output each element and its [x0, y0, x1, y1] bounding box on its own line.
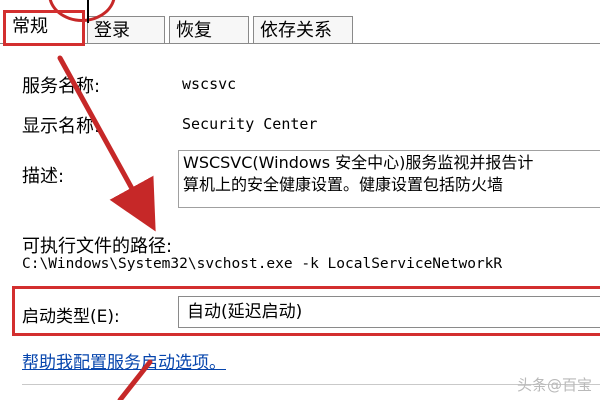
display-name-value: Security Center [182, 115, 318, 133]
startup-type-select[interactable]: 自动(延迟启动) [178, 296, 600, 328]
startup-type-value: 自动(延迟启动) [187, 302, 303, 322]
service-name-value: wscsvc [182, 75, 237, 93]
startup-type-label: 启动类型(E): [22, 307, 120, 327]
divider [22, 384, 600, 385]
annotation-tick [87, 0, 89, 23]
tab-divider [0, 43, 600, 44]
watermark: 头条@百宝 [516, 376, 592, 394]
tab-logon[interactable]: 登录 [87, 16, 165, 43]
tab-dependencies[interactable]: 依存关系 [253, 16, 353, 43]
exec-path-label: 可执行文件的路径: [22, 236, 173, 257]
description-line: WSCSVC(Windows 安全中心)服务监视并报告计 [183, 153, 534, 172]
service-name-label: 服务名称: [22, 76, 101, 97]
description-textbox[interactable]: WSCSVC(Windows 安全中心)服务监视并报告计 算机上的安全健康设置。… [178, 150, 600, 208]
annotation-box-general-tab [3, 10, 85, 46]
exec-path-value: C:\Windows\System32\svchost.exe -k Local… [22, 256, 503, 272]
tab-recovery[interactable]: 恢复 [169, 16, 249, 43]
description-label: 描述: [22, 166, 65, 187]
help-config-link[interactable]: 帮助我配置服务启动选项。 [22, 348, 226, 373]
description-line: 算机上的安全健康设置。健康设置包括防火墙 [183, 175, 504, 194]
display-name-label: 显示名称: [22, 116, 101, 137]
